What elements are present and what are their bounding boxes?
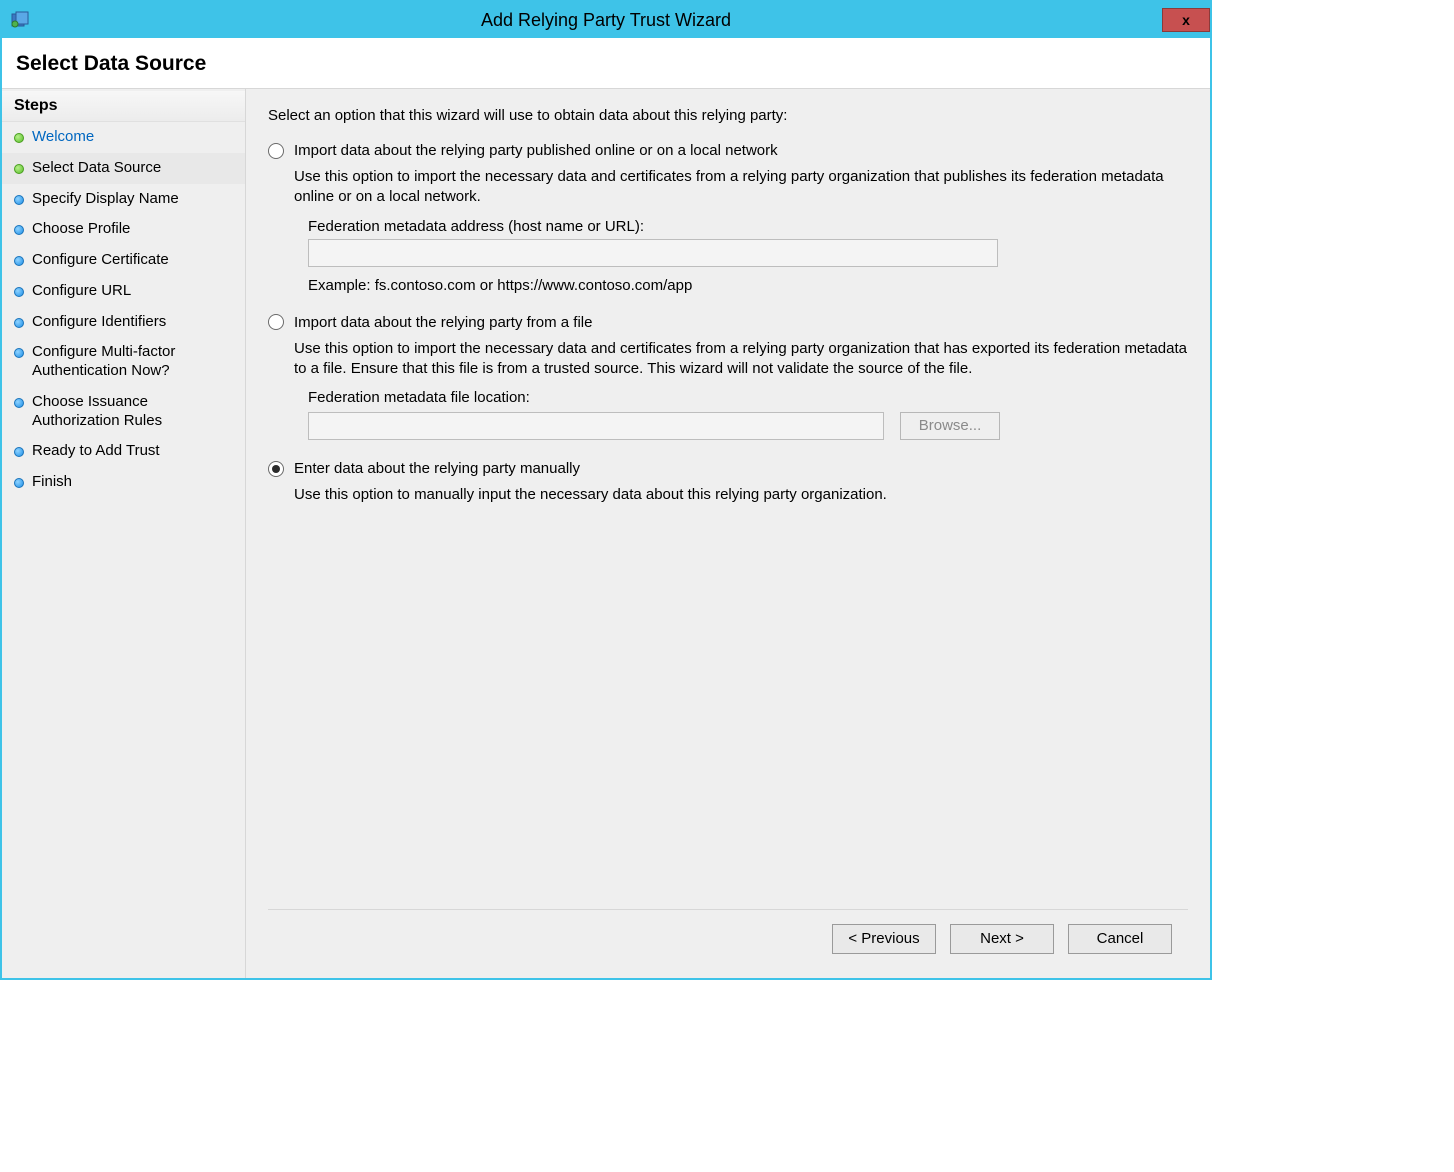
option-desc: Use this option to import the necessary …: [294, 167, 1188, 208]
step-bullet-icon: [14, 225, 24, 235]
step-label: Configure Certificate: [32, 251, 169, 270]
intro-text: Select an option that this wizard will u…: [268, 107, 1188, 124]
option-import-online: Import data about the relying party publ…: [268, 142, 1188, 294]
step-bullet-icon: [14, 447, 24, 457]
step-bullet-icon: [14, 348, 24, 358]
option-title: Import data about the relying party from…: [294, 314, 592, 331]
wizard-footer: < Previous Next > Cancel: [268, 909, 1188, 968]
step-finish[interactable]: Finish: [2, 467, 245, 498]
option-desc: Use this option to import the necessary …: [294, 339, 1188, 380]
app-icon: [10, 10, 30, 30]
step-label: Ready to Add Trust: [32, 442, 160, 461]
metadata-address-label: Federation metadata address (host name o…: [308, 218, 1188, 235]
step-label: Choose Issuance Authorization Rules: [32, 393, 235, 431]
step-bullet-icon: [14, 318, 24, 328]
step-bullet-icon: [14, 478, 24, 488]
next-button[interactable]: Next >: [950, 924, 1054, 954]
metadata-file-label: Federation metadata file location:: [308, 389, 1188, 406]
step-label: Configure Identifiers: [32, 313, 166, 332]
step-welcome[interactable]: Welcome: [2, 122, 245, 153]
steps-sidebar: Steps Welcome Select Data Source Specify…: [2, 89, 246, 978]
radio-enter-manually[interactable]: [268, 461, 284, 477]
title-bar: Add Relying Party Trust Wizard x: [2, 2, 1210, 38]
step-bullet-icon: [14, 164, 24, 174]
step-choose-issuance-rules[interactable]: Choose Issuance Authorization Rules: [2, 387, 245, 437]
step-label: Configure Multi-factor Authentication No…: [32, 343, 235, 381]
page-header: Select Data Source: [2, 38, 1210, 89]
step-ready-to-add-trust[interactable]: Ready to Add Trust: [2, 436, 245, 467]
step-bullet-icon: [14, 256, 24, 266]
step-label: Choose Profile: [32, 220, 130, 239]
page-title: Select Data Source: [16, 52, 1196, 76]
metadata-address-input[interactable]: [308, 239, 998, 267]
browse-button[interactable]: Browse...: [900, 412, 1000, 440]
radio-import-file[interactable]: [268, 314, 284, 330]
option-title: Import data about the relying party publ…: [294, 142, 778, 159]
step-configure-identifiers[interactable]: Configure Identifiers: [2, 307, 245, 338]
step-label: Specify Display Name: [32, 190, 179, 209]
step-configure-url[interactable]: Configure URL: [2, 276, 245, 307]
wizard-window: Add Relying Party Trust Wizard x Select …: [0, 0, 1212, 980]
step-configure-certificate[interactable]: Configure Certificate: [2, 245, 245, 276]
step-label: Select Data Source: [32, 159, 161, 178]
steps-heading: Steps: [2, 91, 245, 122]
step-label: Finish: [32, 473, 72, 492]
main-panel: Select an option that this wizard will u…: [246, 89, 1210, 978]
step-bullet-icon: [14, 287, 24, 297]
step-label: Welcome: [32, 128, 94, 147]
close-icon: x: [1182, 12, 1190, 28]
radio-import-online[interactable]: [268, 143, 284, 159]
step-select-data-source[interactable]: Select Data Source: [2, 153, 245, 184]
step-configure-mfa[interactable]: Configure Multi-factor Authentication No…: [2, 337, 245, 387]
step-specify-display-name[interactable]: Specify Display Name: [2, 184, 245, 215]
option-enter-manually: Enter data about the relying party manua…: [268, 460, 1188, 515]
step-bullet-icon: [14, 133, 24, 143]
step-choose-profile[interactable]: Choose Profile: [2, 214, 245, 245]
close-button[interactable]: x: [1162, 8, 1210, 32]
cancel-button[interactable]: Cancel: [1068, 924, 1172, 954]
metadata-address-example: Example: fs.contoso.com or https://www.c…: [308, 277, 1188, 294]
previous-button[interactable]: < Previous: [832, 924, 936, 954]
option-import-file: Import data about the relying party from…: [268, 314, 1188, 441]
option-title: Enter data about the relying party manua…: [294, 460, 580, 477]
option-desc: Use this option to manually input the ne…: [294, 485, 1188, 505]
window-title: Add Relying Party Trust Wizard: [2, 10, 1210, 31]
step-bullet-icon: [14, 195, 24, 205]
step-bullet-icon: [14, 398, 24, 408]
metadata-file-input[interactable]: [308, 412, 884, 440]
wizard-body: Steps Welcome Select Data Source Specify…: [2, 89, 1210, 978]
step-label: Configure URL: [32, 282, 131, 301]
